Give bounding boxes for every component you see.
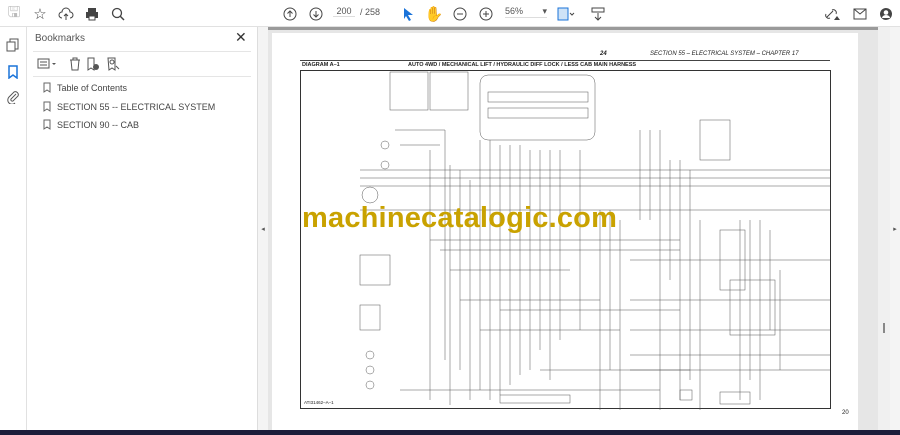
find-bookmark-icon[interactable]: [103, 54, 123, 74]
previous-page-icon[interactable]: [280, 4, 300, 24]
print-icon[interactable]: [82, 4, 102, 24]
next-page-icon[interactable]: [306, 4, 326, 24]
toolbar: 🖫 ☆ 200 / 258 ✋ 56% ▾: [0, 0, 900, 27]
zoom-in-icon[interactable]: [476, 4, 496, 24]
page-number-input[interactable]: 200: [333, 6, 355, 17]
bookmarks-panel: Bookmarks ✕ Table of Contents SECTION 55…: [27, 27, 258, 430]
taskbar-strip: [0, 430, 900, 435]
diagram-title: AUTO 4WD / MECHANICAL LIFT / HYDRAULIC D…: [408, 62, 637, 68]
bookmark-icon: [43, 119, 51, 130]
page-number: 24: [600, 51, 607, 57]
pages-thumbnail-icon[interactable]: [3, 35, 23, 55]
collapse-left-panel-handle[interactable]: ◂: [258, 27, 268, 430]
zoom-select[interactable]: 56% ▾: [505, 6, 547, 18]
share-link-icon[interactable]: [822, 4, 842, 24]
vertical-scrollbar[interactable]: [878, 27, 890, 430]
figure-id: ATI31462–A–1: [304, 400, 334, 405]
zoom-value: 56%: [505, 6, 524, 16]
side-rail: [0, 27, 27, 430]
read-mode-icon[interactable]: [588, 4, 608, 24]
star-icon[interactable]: ☆: [30, 4, 50, 24]
page-fit-icon[interactable]: [556, 4, 576, 24]
watermark: machinecatalogic.com: [302, 202, 618, 234]
options-menu-icon[interactable]: [35, 54, 59, 74]
chevron-down-icon: ▾: [542, 6, 547, 16]
wiring-diagram: [300, 70, 831, 410]
save-icon[interactable]: 🖫: [4, 4, 24, 24]
account-icon[interactable]: [876, 4, 896, 24]
delete-bookmark-icon[interactable]: [65, 54, 85, 74]
bookmark-label: Table of Contents: [57, 82, 128, 93]
bookmark-panel-icon[interactable]: [3, 62, 23, 82]
upload-cloud-icon[interactable]: [56, 4, 76, 24]
attachment-icon[interactable]: [3, 87, 23, 107]
search-icon[interactable]: [108, 4, 128, 24]
diagram-label: DIAGRAM A–1: [302, 62, 340, 68]
bookmark-icon: [43, 101, 51, 112]
header-section: SECTION 55 – ELECTRICAL SYSTEM – CHAPTER…: [650, 51, 799, 57]
scrollbar-thumb[interactable]: [883, 323, 885, 333]
page-total: / 258: [360, 7, 381, 17]
add-bookmark-icon[interactable]: [83, 54, 103, 74]
bookmark-icon: [43, 82, 51, 93]
bookmark-label: SECTION 90 -- CAB: [57, 119, 140, 130]
email-icon[interactable]: [850, 4, 870, 24]
zoom-out-icon[interactable]: [450, 4, 470, 24]
bookmark-item[interactable]: SECTION 90 -- CAB: [43, 119, 139, 130]
bookmark-item[interactable]: Table of Contents: [43, 82, 127, 93]
hand-tool-icon[interactable]: ✋: [424, 4, 444, 24]
bookmark-label: SECTION 55 -- ELECTRICAL SYSTEM: [57, 101, 216, 112]
collapse-right-panel-handle[interactable]: ▸: [890, 27, 900, 430]
header-rule: [300, 60, 830, 61]
bookmarks-toolbar: [33, 51, 251, 77]
footer-page-number: 20: [842, 410, 849, 416]
bookmarks-title: Bookmarks: [35, 33, 86, 44]
bookmark-item[interactable]: SECTION 55 -- ELECTRICAL SYSTEM: [43, 101, 215, 112]
close-icon[interactable]: ✕: [235, 29, 247, 46]
select-cursor-icon[interactable]: [398, 4, 418, 24]
